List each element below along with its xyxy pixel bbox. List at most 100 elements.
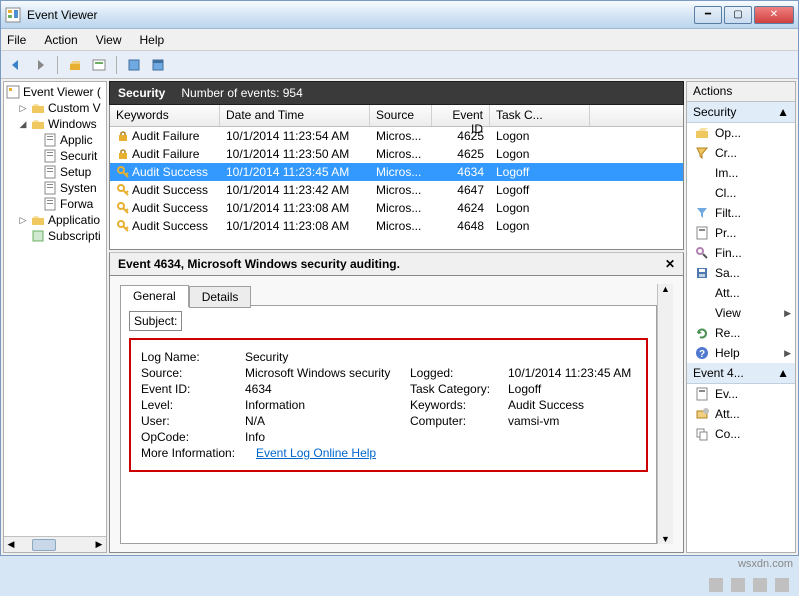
action-item[interactable]: Pr... xyxy=(687,223,795,243)
logname-value: Security xyxy=(245,350,410,364)
collapse-icon[interactable]: ▲ xyxy=(777,105,789,119)
action-item[interactable]: Cl... xyxy=(687,183,795,203)
tree-panel[interactable]: Event Viewer (▷Custom V◢WindowsApplicSec… xyxy=(3,81,107,553)
maximize-button[interactable]: ▢ xyxy=(724,6,752,24)
eventid-value: 4634 xyxy=(245,382,410,396)
detail-header: Event 4634, Microsoft Windows security a… xyxy=(109,252,684,276)
menu-action[interactable]: Action xyxy=(44,33,77,47)
action-item[interactable]: Att... xyxy=(687,283,795,303)
system-tray xyxy=(709,574,789,596)
toolbar-icon[interactable] xyxy=(64,54,86,76)
table-row[interactable]: Audit Failure10/1/2014 11:23:50 AMMicros… xyxy=(110,145,683,163)
menubar: File Action View Help xyxy=(1,29,798,51)
computer-label: Computer: xyxy=(410,414,508,428)
actions-section-security[interactable]: Security▲ xyxy=(687,102,795,123)
action-item[interactable]: Filt... xyxy=(687,203,795,223)
center-panel: Security Number of events: 954 Keywords … xyxy=(109,81,684,553)
event-grid[interactable]: Keywords Date and Time Source Event ID T… xyxy=(109,105,684,250)
source-label: Source: xyxy=(141,366,245,380)
action-item[interactable]: Fin... xyxy=(687,243,795,263)
detail-vscrollbar[interactable]: ▲▼ xyxy=(657,284,673,544)
titlebar[interactable]: Event Viewer ━ ▢ ✕ xyxy=(1,1,798,29)
minimize-button[interactable]: ━ xyxy=(694,6,722,24)
tree-item[interactable]: ▷Applicatio xyxy=(4,212,106,228)
tree-item[interactable]: Applic xyxy=(4,132,106,148)
computer-value: vamsi-vm xyxy=(508,414,636,428)
action-item[interactable]: Op... xyxy=(687,123,795,143)
col-source[interactable]: Source xyxy=(370,105,432,126)
eventid-label: Event ID: xyxy=(141,382,245,396)
menu-help[interactable]: Help xyxy=(140,33,165,47)
action-item[interactable]: Re... xyxy=(687,323,795,343)
moreinfo-link[interactable]: Event Log Online Help xyxy=(256,446,376,460)
tray-icon[interactable] xyxy=(731,578,745,592)
menu-view[interactable]: View xyxy=(96,33,122,47)
table-row[interactable]: Audit Failure10/1/2014 11:23:54 AMMicros… xyxy=(110,127,683,145)
tab-general[interactable]: General xyxy=(120,285,189,307)
table-row[interactable]: Audit Success10/1/2014 11:23:08 AMMicros… xyxy=(110,217,683,235)
detail-panel: General Details Subject: Log Name:Securi… xyxy=(109,276,684,553)
tray-icon[interactable] xyxy=(709,578,723,592)
toolbar-icon[interactable] xyxy=(147,54,169,76)
tree-item[interactable]: ▷Custom V xyxy=(4,100,106,116)
action-item[interactable]: ?Help▶ xyxy=(687,343,795,363)
level-label: Level: xyxy=(141,398,245,412)
section-title: Security xyxy=(118,86,165,100)
close-icon[interactable]: ✕ xyxy=(665,257,675,271)
window-title: Event Viewer xyxy=(27,8,694,22)
action-item[interactable]: Sa... xyxy=(687,263,795,283)
keywords-label: Keywords: xyxy=(410,398,508,412)
toolbar-icon[interactable] xyxy=(88,54,110,76)
logged-label: Logged: xyxy=(410,366,508,380)
tree-item[interactable]: Setup xyxy=(4,164,106,180)
watermark: wsxdn.com xyxy=(738,558,793,570)
table-row[interactable]: Audit Success10/1/2014 11:23:42 AMMicros… xyxy=(110,181,683,199)
tab-details[interactable]: Details xyxy=(189,286,252,308)
action-item[interactable]: Ev... xyxy=(687,384,795,404)
detail-title: Event 4634, Microsoft Windows security a… xyxy=(118,257,400,271)
svg-text:?: ? xyxy=(699,349,705,360)
tree-item[interactable]: Subscripti xyxy=(4,228,106,244)
taskcat-label: Task Category: xyxy=(410,382,508,396)
actions-section-event[interactable]: Event 4...▲ xyxy=(687,363,795,384)
table-row[interactable]: Audit Success10/1/2014 11:23:08 AMMicros… xyxy=(110,199,683,217)
logged-value: 10/1/2014 11:23:45 AM xyxy=(508,366,636,380)
level-value: Information xyxy=(245,398,410,412)
moreinfo-label: More Information: xyxy=(141,446,256,460)
toolbar-icon[interactable] xyxy=(123,54,145,76)
action-item[interactable]: View▶ xyxy=(687,303,795,323)
action-item[interactable]: Im... xyxy=(687,163,795,183)
tree-item[interactable]: Systen xyxy=(4,180,106,196)
actions-header: Actions xyxy=(687,82,795,102)
col-taskcategory[interactable]: Task C... xyxy=(490,105,590,126)
tree-item[interactable]: Forwa xyxy=(4,196,106,212)
opcode-value: Info xyxy=(245,430,410,444)
tray-icon[interactable] xyxy=(775,578,789,592)
event-count: Number of events: 954 xyxy=(181,86,302,100)
action-item[interactable]: Cr... xyxy=(687,143,795,163)
collapse-icon[interactable]: ▲ xyxy=(777,366,789,380)
col-eventid[interactable]: Event ID xyxy=(432,105,490,126)
tree-item[interactable]: ◢Windows xyxy=(4,116,106,132)
tree-item[interactable]: Securit xyxy=(4,148,106,164)
col-datetime[interactable]: Date and Time xyxy=(220,105,370,126)
back-button[interactable] xyxy=(5,54,27,76)
tree-hscrollbar[interactable]: ◀▶ xyxy=(4,536,106,552)
tray-icon[interactable] xyxy=(753,578,767,592)
action-item[interactable]: Att... xyxy=(687,404,795,424)
source-value: Microsoft Windows security xyxy=(245,366,410,380)
menu-file[interactable]: File xyxy=(7,33,26,47)
close-button[interactable]: ✕ xyxy=(754,6,794,24)
forward-button[interactable] xyxy=(29,54,51,76)
table-row[interactable]: Audit Success10/1/2014 11:23:45 AMMicros… xyxy=(110,163,683,181)
main-window: Event Viewer ━ ▢ ✕ File Action View Help… xyxy=(0,0,799,556)
tree-root[interactable]: Event Viewer ( xyxy=(4,84,106,100)
action-item[interactable]: Co... xyxy=(687,424,795,444)
user-value: N/A xyxy=(245,414,410,428)
user-label: User: xyxy=(141,414,245,428)
app-icon xyxy=(5,7,21,23)
grid-header[interactable]: Keywords Date and Time Source Event ID T… xyxy=(110,105,683,127)
opcode-label: OpCode: xyxy=(141,430,245,444)
col-keywords[interactable]: Keywords xyxy=(110,105,220,126)
taskcat-value: Logoff xyxy=(508,382,636,396)
